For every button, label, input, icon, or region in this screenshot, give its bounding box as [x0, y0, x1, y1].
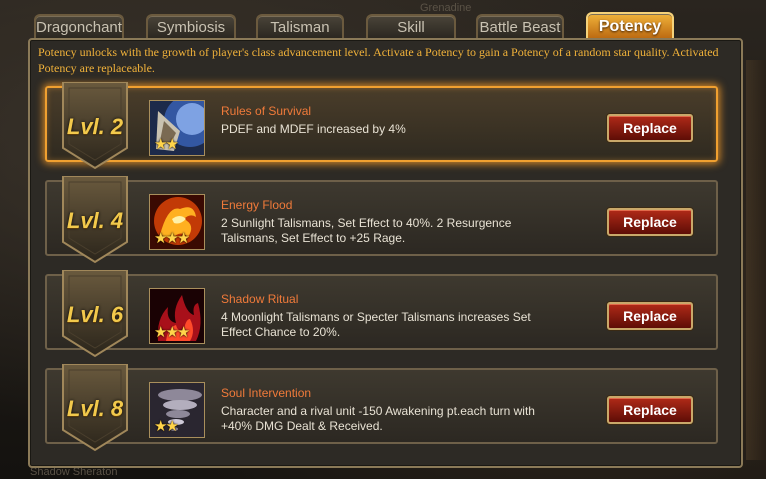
level-label: Lvl. 4: [66, 208, 124, 233]
potency-name: Rules of Survival: [221, 104, 312, 118]
background-decor: [746, 60, 766, 460]
potency-name: Energy Flood: [221, 198, 293, 212]
potency-description: Character and a rival unit -150 Awakenin…: [221, 404, 535, 433]
potency-row-lvl4: Lvl. 4 ★★★ Energy Flood 2 Sunlight Talis…: [45, 176, 718, 264]
potency-description: PDEF and MDEF increased by 4%: [221, 122, 406, 136]
replace-button[interactable]: Replace: [607, 208, 693, 236]
star-rating: ★★: [154, 136, 179, 153]
star-rating: ★★★: [154, 324, 190, 341]
potency-name: Soul Intervention: [221, 386, 312, 400]
tab-dragonchant[interactable]: Dragonchant: [34, 14, 124, 38]
level-label: Lvl. 8: [66, 396, 124, 421]
tab-potency[interactable]: Potency: [586, 12, 674, 40]
dark-flame-icon: ★★★: [149, 288, 205, 344]
potency-row-lvl6: Lvl. 6 ★★★ Shadow Ritual 4 Moonlight Tal…: [45, 270, 718, 358]
level-label: Lvl. 6: [66, 302, 124, 327]
potency-description: 2 Sunlight Talismans, Set Effect to 40%.…: [221, 216, 512, 245]
tab-talisman[interactable]: Talisman: [256, 14, 344, 38]
background-player-name: Grenadine: [420, 2, 472, 14]
replace-button[interactable]: Replace: [607, 302, 693, 330]
star-rating: ★★★: [154, 230, 190, 247]
star-rating: ★★: [154, 418, 179, 435]
fire-dragon-icon: ★★★: [149, 194, 205, 250]
potency-description: 4 Moonlight Talismans or Specter Talisma…: [221, 310, 531, 339]
replace-button[interactable]: Replace: [607, 114, 693, 142]
tab-battle-beast[interactable]: Battle Beast: [476, 14, 564, 38]
whirlwind-icon: ★★: [149, 382, 205, 438]
tab-skill[interactable]: Skill: [366, 14, 456, 38]
tab-symbiosis[interactable]: Symbiosis: [146, 14, 236, 38]
shield-knight-icon: ★★: [149, 100, 205, 156]
potency-intro-text: Potency unlocks with the growth of playe…: [38, 45, 719, 75]
potency-row-lvl2: Lvl. 2 ★★ Rules of Survival PDEF and MDE…: [45, 82, 718, 170]
potency-row-lvl8: Lvl. 8 ★★ Soul Intervention Character an…: [45, 364, 718, 452]
potency-name: Shadow Ritual: [221, 292, 299, 306]
replace-button[interactable]: Replace: [607, 396, 693, 424]
level-label: Lvl. 2: [66, 114, 124, 139]
